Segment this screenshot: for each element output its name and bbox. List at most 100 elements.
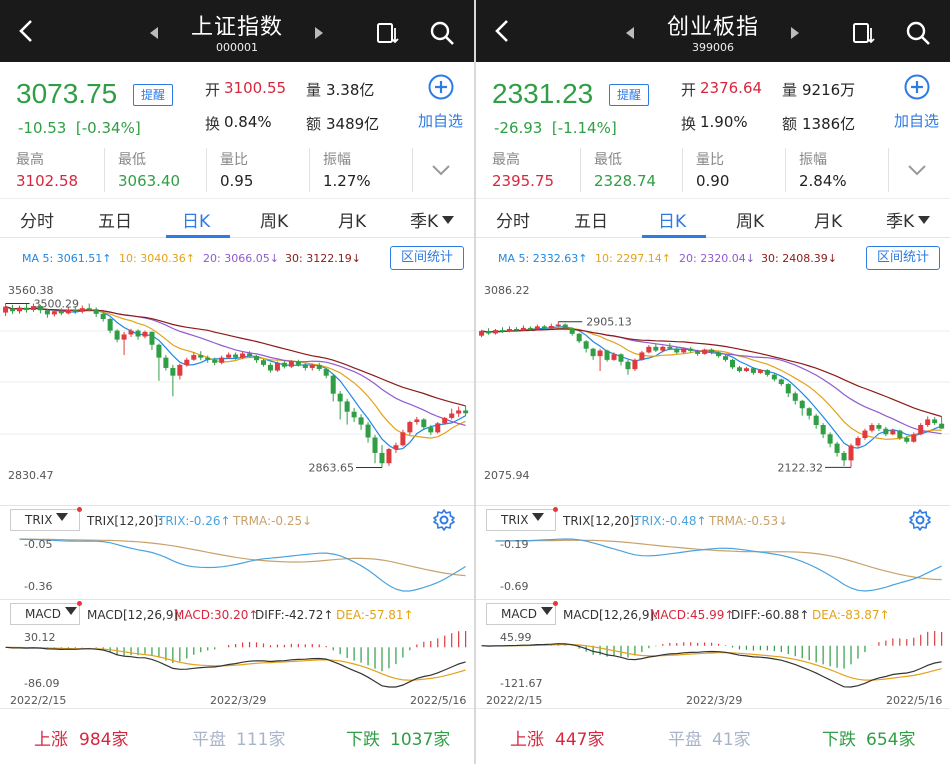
candle-body	[792, 393, 798, 401]
kline-chart[interactable]: 3086.22 2075.94 2905.13 2122.32	[476, 276, 950, 498]
candle-body	[695, 350, 701, 354]
candle-body	[576, 333, 582, 342]
add-watchlist-icon[interactable]	[904, 74, 930, 100]
tab-period[interactable]: 周K	[260, 207, 288, 232]
tab-period[interactable]: 周K	[736, 207, 764, 232]
candle-body	[135, 330, 141, 337]
stock-title: 创业板指	[666, 15, 759, 40]
candle-body	[597, 350, 603, 357]
tab-period[interactable]: 月K	[338, 207, 366, 232]
diff-value: DIFF:-60.88↑	[731, 608, 810, 622]
candle-body	[813, 415, 819, 426]
add-watchlist-label[interactable]: 加自选	[894, 110, 939, 131]
trix-select-label: TRIX	[501, 513, 529, 527]
tab-period[interactable]: 季K	[886, 207, 931, 232]
range-stats-button[interactable]: 区间统计	[866, 246, 940, 270]
flat-count: 41家	[712, 730, 751, 750]
stat-divider	[682, 148, 683, 192]
search-icon[interactable]	[429, 20, 455, 46]
next-stock-icon[interactable]	[313, 26, 325, 40]
candle-body	[674, 348, 680, 353]
stat-value: 3063.40	[118, 172, 181, 190]
expand-chevron-icon[interactable]	[906, 163, 928, 177]
expand-chevron-icon[interactable]	[430, 163, 452, 177]
macd-indicator-select[interactable]: MACD	[10, 601, 82, 625]
tab-period[interactable]: 分时	[496, 207, 530, 232]
candle-body	[757, 370, 763, 373]
diff-line	[481, 643, 942, 688]
candle-body	[806, 408, 812, 416]
candle-body	[323, 368, 329, 376]
macd-chart[interactable]: 45.99 -121.67	[476, 625, 950, 693]
tab-period[interactable]: 季K	[410, 207, 455, 232]
candle-body	[365, 424, 371, 438]
ma-legend-item: MA 5: 2332.63↑	[498, 252, 588, 265]
stat-divider	[206, 148, 207, 192]
flat-label: 平盘	[668, 730, 702, 750]
candle-body	[449, 413, 455, 418]
switch-view-icon[interactable]	[852, 21, 876, 45]
remind-button[interactable]: 提醒	[609, 84, 649, 106]
date-end: 2022/5/16	[410, 694, 467, 707]
period-tabs: 分时 五日 日K 周K 月K 季K	[0, 198, 474, 238]
remind-button[interactable]: 提醒	[133, 84, 173, 106]
tab-period[interactable]: 五日	[98, 207, 132, 232]
tab-period[interactable]: 分时	[20, 207, 54, 232]
ma-legend-item: 20: 2320.04↓	[679, 252, 755, 265]
macd-indicator-select[interactable]: MACD	[486, 601, 558, 625]
candle-body	[58, 311, 64, 314]
trix-chart[interactable]: -0.19 -0.69	[476, 531, 950, 599]
trix-indicator-select[interactable]: TRIX	[10, 507, 82, 531]
switch-view-icon[interactable]	[376, 21, 400, 45]
kline-chart[interactable]: 3560.38 2830.47 3500.29 2863.65	[0, 276, 474, 498]
candle-body	[827, 434, 833, 444]
stock-panel-cyb: 创业板指 399006 2331.23 提醒 -26.93 [-1.14%] 开…	[476, 0, 950, 764]
caret-down-icon	[532, 513, 545, 521]
candle-body	[86, 308, 92, 310]
candle-body	[170, 367, 176, 376]
min-price-label: 2122.32	[778, 461, 824, 474]
down-label: 下跌	[346, 730, 380, 750]
range-stats-button[interactable]: 区间统计	[390, 246, 464, 270]
tab-label: 月K	[814, 212, 843, 232]
tab-period[interactable]: 日K	[658, 207, 686, 232]
tab-period[interactable]: 日K	[182, 207, 210, 232]
candle-body	[834, 443, 840, 453]
stock-code: 000001	[216, 41, 258, 54]
ma-legend-item: 30: 2408.39↓	[761, 252, 837, 265]
candle-body	[3, 306, 9, 313]
notice-dot-icon	[77, 507, 82, 512]
stat-value: 0.90	[696, 172, 730, 190]
current-price: 2331.23	[492, 78, 594, 109]
notice-dot-icon	[553, 601, 558, 606]
stat-divider	[309, 148, 310, 192]
tab-period[interactable]: 五日	[574, 207, 608, 232]
down-label: 下跌	[822, 730, 856, 750]
settings-gear-icon[interactable]	[432, 508, 456, 532]
next-stock-icon[interactable]	[789, 26, 801, 40]
tab-period[interactable]: 月K	[814, 207, 842, 232]
tab-label: 五日	[574, 212, 608, 232]
macd-header: MACD MACD[12,26,9]: MACD:30.20↑ DIFF:-42…	[0, 599, 474, 625]
settings-gear-icon[interactable]	[908, 508, 932, 532]
stat-divider	[412, 148, 413, 192]
candle-body	[583, 341, 589, 349]
tab-label: 季K	[886, 212, 915, 232]
trix-indicator-select[interactable]: TRIX	[486, 507, 558, 531]
macd-select-label: MACD	[501, 607, 537, 621]
candle-body	[688, 348, 694, 351]
trix-chart[interactable]: -0.05 -0.36	[0, 531, 474, 599]
add-watchlist-label[interactable]: 加自选	[418, 110, 463, 131]
add-watchlist-icon[interactable]	[428, 74, 454, 100]
stat-label: 最高	[492, 152, 520, 168]
candle-body	[247, 353, 253, 357]
macd-chart[interactable]: 30.12 -86.09	[0, 625, 474, 693]
ma-legend-item: 20: 3066.05↓	[203, 252, 279, 265]
search-icon[interactable]	[905, 20, 931, 46]
candle-body	[820, 425, 826, 435]
candle-body	[841, 452, 847, 461]
macd-select-label: MACD	[25, 607, 61, 621]
tab-label: 周K	[260, 212, 289, 232]
trix-axis-bottom: -0.69	[500, 580, 528, 593]
volume-value: 3.38亿	[326, 81, 375, 99]
